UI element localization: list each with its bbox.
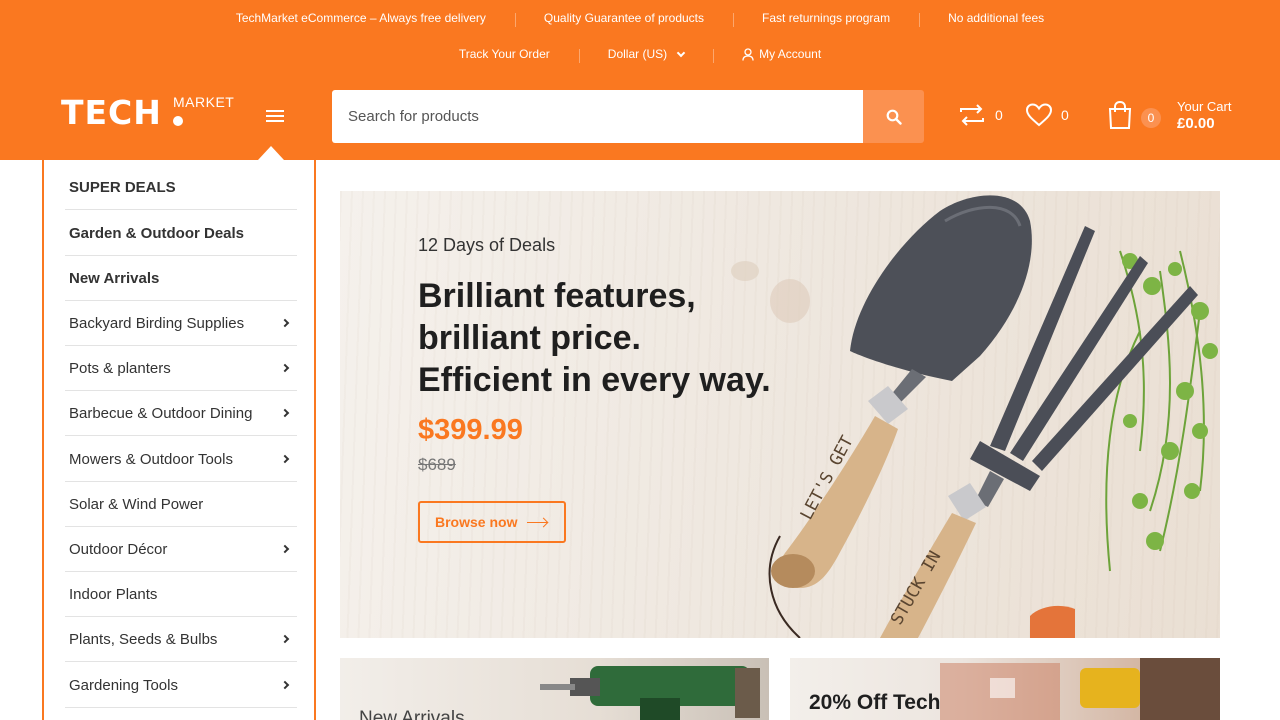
cart-button[interactable]: 0 [1107,100,1161,130]
user-icon [742,47,754,61]
sidebar-item-pots-planters[interactable]: Pots & planters [65,346,297,391]
search-bar [332,90,924,143]
search-input[interactable] [332,90,863,143]
banner-old-price: $689 [418,455,456,474]
wishlist-button[interactable]: 0 [1025,102,1069,128]
chevron-right-icon [280,408,290,418]
cart-total: £0.00 [1177,115,1215,132]
sidebar-item-indoor-plants[interactable]: Indoor Plants [65,572,297,617]
info-quality-guarantee: Quality Guarantee of products [514,11,733,27]
search-icon [886,109,902,125]
compare-icon [960,104,984,126]
banner-title-line: Efficient in every way. [418,361,771,399]
sidebar-item-mowers[interactable]: Mowers & Outdoor Tools [65,437,297,482]
sidebar-item-label: Plants, Seeds & Bulbs [69,630,218,648]
track-order-link[interactable]: Track Your Order [430,47,579,61]
sidebar-item-label: Garden & Outdoor Deals [69,224,245,242]
info-fast-returns: Fast returnings program [733,11,919,27]
sidebar-item-label: Solar & Wind Power [69,495,204,513]
banner-subtitle: 12 Days of Deals [418,235,556,255]
sidebar-item-label: SUPER DEALS [69,178,176,196]
sidebar-item-label: Mowers & Outdoor Tools [69,450,233,468]
chevron-right-icon [280,544,290,554]
banner-price: $399.99 [418,414,523,446]
menu-pointer [258,146,284,160]
search-button[interactable] [863,90,924,143]
sidebar-item-label: Barbecue & Outdoor Dining [69,404,253,422]
sidebar-item-label: New Arrivals [69,269,160,287]
logo-dot [173,116,183,126]
cart-label: Your Cart [1177,99,1232,114]
sidebar-item-solar-wind[interactable]: Solar & Wind Power [65,482,297,527]
compare-count: 0 [995,107,1003,123]
sidebar-item-backyard-birding[interactable]: Backyard Birding Supplies [65,301,297,346]
promo-tech-discount[interactable]: 20% Off Tech [790,658,1220,720]
chevron-down-icon [676,48,686,57]
sidebar-item-gardening-tools[interactable]: Gardening Tools [65,663,297,708]
info-no-fees: No additional fees [919,11,1073,27]
sidebar-item-outdoor-decor[interactable]: Outdoor Décor [65,527,297,572]
hamburger-menu-icon[interactable] [266,110,284,124]
shopping-bag-icon [1108,100,1132,129]
my-account-label: My Account [759,47,822,61]
chevron-right-icon [280,454,290,464]
hero-banner[interactable]: LET'S GET STUCK IN 12 Days of Deals Bril… [340,191,1220,638]
browse-now-button[interactable]: Browse now [418,501,566,543]
sidebar-item-label: Gardening Tools [69,676,178,694]
currency-dropdown[interactable]: Dollar (US) [578,47,713,63]
currency-label: Dollar (US) [607,47,668,61]
chevron-right-icon [280,680,290,690]
sidebar-item-barbecue[interactable]: Barbecue & Outdoor Dining [65,391,297,436]
compare-button[interactable]: 0 [957,102,1003,128]
sidebar-item-super-deals[interactable]: SUPER DEALS [65,165,297,210]
sidebar-item-label: Pots & planters [69,359,171,377]
chevron-right-icon [280,318,290,328]
banner-title-line: brilliant price. [418,319,641,357]
chevron-right-icon [280,634,290,644]
banner-title-line: Brilliant features, [418,277,696,315]
utility-bar: Track Your Order Dollar (US) My Account [0,36,1280,72]
logo-main-text: TECH [61,93,162,132]
promo-new-arrivals[interactable]: New Arrivals [340,658,769,720]
my-account-link[interactable]: My Account [713,47,850,63]
sidebar-item-garden-deals[interactable]: Garden & Outdoor Deals [65,211,297,256]
cart-count-badge: 0 [1141,108,1161,128]
browse-now-label: Browse now [435,514,518,530]
logo-sub-text: MARKET [173,94,235,110]
track-order-label: Track Your Order [458,47,550,61]
sidebar-item-label: Backyard Birding Supplies [69,314,245,332]
chevron-right-icon [280,363,290,373]
sidebar-item-new-arrivals[interactable]: New Arrivals [65,256,297,301]
heart-icon [1025,103,1053,127]
promo-new-arrivals-label: New Arrivals [359,708,465,720]
sidebar-item-label: Outdoor Décor [69,540,168,558]
cart-summary[interactable]: Your Cart £0.00 [1177,99,1231,132]
banner-title: Brilliant features, brilliant price. Eff… [418,275,771,401]
arrow-right-icon [527,521,548,523]
info-free-delivery: TechMarket eCommerce – Always free deliv… [235,11,486,25]
wishlist-count: 0 [1061,107,1069,123]
info-bar: TechMarket eCommerce – Always free deliv… [0,0,1280,36]
sidebar-item-label: Indoor Plants [69,585,158,603]
sidebar-item-plants-seeds[interactable]: Plants, Seeds & Bulbs [65,617,297,662]
promo-tech-title: 20% Off Tech [809,691,941,714]
category-sidebar: SUPER DEALS Garden & Outdoor Deals New A… [42,160,316,720]
site-header: TechMarket eCommerce – Always free deliv… [0,0,1280,160]
site-logo[interactable]: TECH MARKET [61,93,241,132]
